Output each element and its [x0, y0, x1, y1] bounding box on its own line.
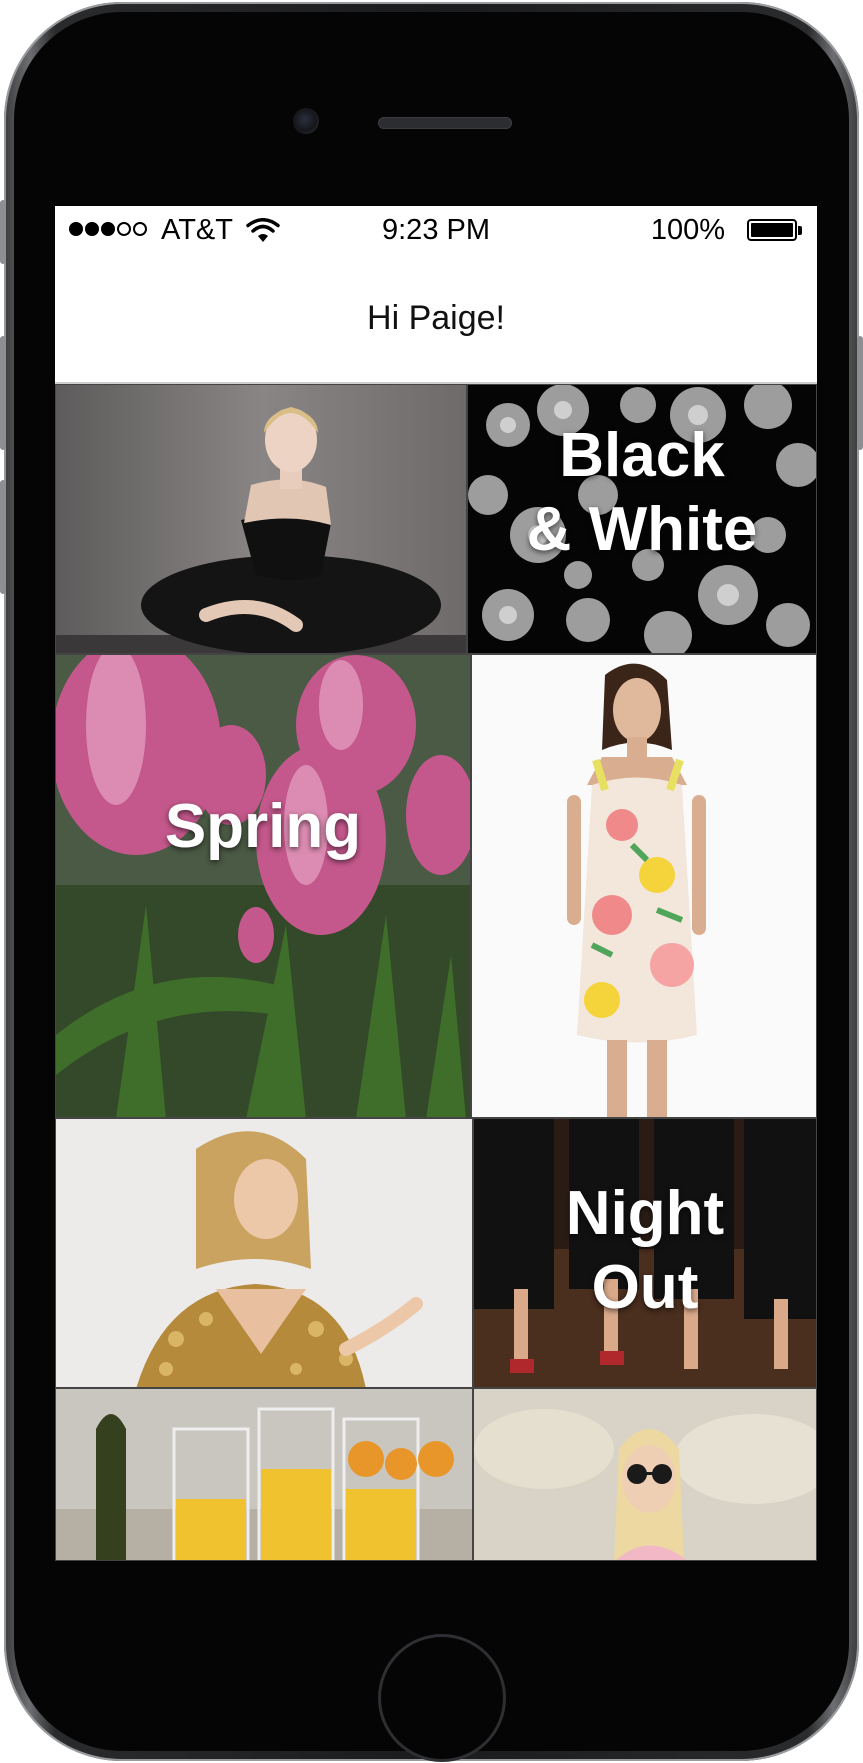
photo-tile-gold-top[interactable] — [55, 1118, 473, 1388]
volume-down-button — [0, 480, 6, 594]
status-bar: AT&T 9:23 PM 100% — [55, 206, 817, 254]
photo-tile-sunglasses[interactable] — [473, 1388, 817, 1561]
home-button[interactable] — [378, 1634, 506, 1762]
label-line: Out — [591, 1253, 699, 1322]
category-tile-spring[interactable]: Spring — [55, 654, 471, 1118]
category-grid: Black & White Spring Night Out — [55, 384, 817, 1561]
photo-tile-orange-juice[interactable] — [55, 1388, 473, 1561]
category-tile-night-out[interactable]: Night Out — [473, 1118, 817, 1388]
woman-sunglasses-photo — [474, 1389, 816, 1560]
battery-tip — [798, 226, 802, 235]
category-label-spring: Spring — [56, 790, 470, 864]
photo-tile-floral-dress[interactable] — [471, 654, 817, 1118]
orange-juice-photo — [56, 1389, 472, 1560]
woman-floral-dress-photo — [472, 655, 816, 1117]
label-line: Spring — [164, 792, 362, 861]
earpiece-speaker — [378, 117, 512, 129]
app-screen: AT&T 9:23 PM 100% Hi Paige! Black & Whit… — [55, 206, 817, 1561]
category-tile-black-white[interactable]: Black & White — [467, 384, 817, 654]
volume-up-button — [0, 336, 6, 450]
woman-gold-top-photo — [56, 1119, 472, 1387]
power-button — [857, 336, 863, 450]
spring-tulips-photo — [56, 655, 470, 1117]
battery-full-icon — [747, 219, 797, 241]
phone-frame: AT&T 9:23 PM 100% Hi Paige! Black & Whit… — [0, 2, 863, 1762]
front-camera — [293, 108, 319, 134]
greeting-title: Hi Paige! — [367, 299, 505, 337]
category-label-night-out: Night Out — [474, 1177, 816, 1325]
navigation-bar: Hi Paige! — [55, 254, 817, 384]
category-label-black-white: Black & White — [468, 419, 816, 567]
woman-black-dress-photo — [56, 385, 466, 653]
label-line: Black — [559, 421, 725, 490]
label-line: & White — [526, 495, 758, 564]
photo-tile-black-dress[interactable] — [55, 384, 467, 654]
battery-percentage: 100% — [650, 214, 725, 246]
label-line: Night — [565, 1179, 725, 1248]
mute-switch — [0, 200, 6, 264]
